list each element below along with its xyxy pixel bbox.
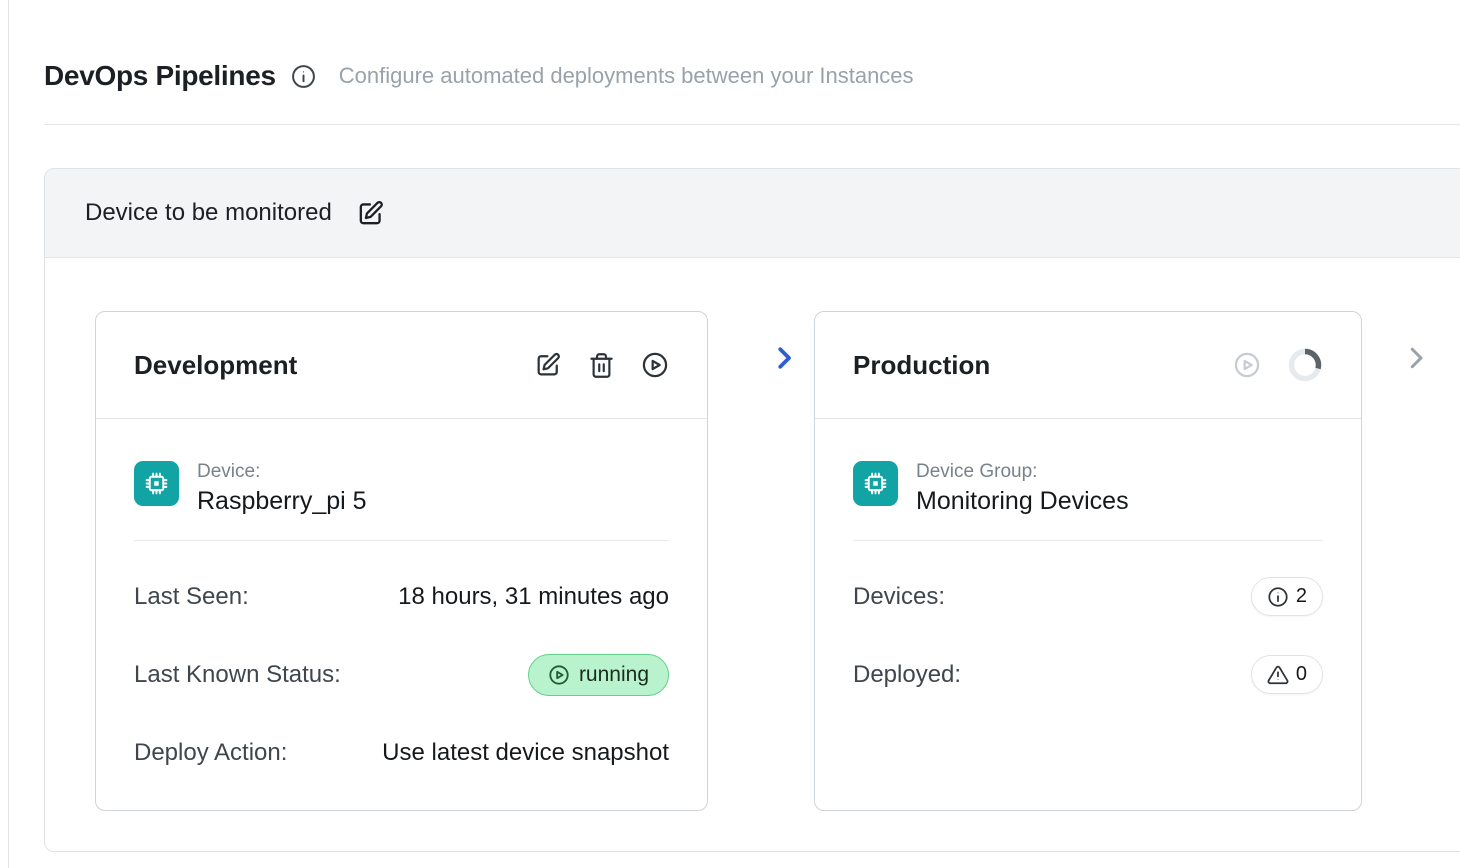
status-badge-label: running [579,663,649,687]
production-card-title: Production [853,350,990,381]
panel-header: Device to be monitored [45,169,1460,258]
production-card-header: Production [815,312,1361,419]
panel-title: Device to be monitored [85,199,332,227]
cpu-chip-icon [134,461,179,506]
status-label: Last Known Status: [134,661,341,689]
play-circle-icon-disabled[interactable] [1233,351,1261,379]
deploy-action-row: Deploy Action: Use latest device snapsho… [134,731,669,775]
status-row: Last Known Status: running [134,653,669,697]
info-icon[interactable] [291,64,316,89]
device-info: Device: Raspberry_pi 5 [197,461,367,516]
page-header: DevOps Pipelines Configure automated dep… [44,54,914,98]
development-card: Development [95,311,708,811]
warning-triangle-icon [1267,664,1289,686]
trash-icon[interactable] [588,352,615,379]
device-group-label: Device Group: [916,461,1129,483]
device-group-info: Device Group: Monitoring Devices [916,461,1129,516]
production-card-body: Device Group: Monitoring Devices Devices… [815,461,1361,697]
scroll-right-chevron-icon[interactable] [1401,343,1431,376]
development-card-header: Development [96,312,707,419]
deploy-action-value: Use latest device snapshot [382,739,669,767]
deployed-count-badge[interactable]: 0 [1251,655,1323,694]
deploy-action-label: Deploy Action: [134,739,287,767]
last-seen-label: Last Seen: [134,583,249,611]
last-seen-value: 18 hours, 31 minutes ago [398,583,669,611]
page-title: DevOps Pipelines [44,60,276,92]
edit-square-icon[interactable] [534,351,562,379]
devices-label: Devices: [853,583,945,611]
deployed-count: 0 [1296,663,1307,686]
loading-spinner [1287,347,1323,383]
device-group-name: Monitoring Devices [916,487,1129,516]
device-group-row: Device Group: Monitoring Devices [853,461,1323,516]
device-row: Device: Raspberry_pi 5 [134,461,669,516]
deployed-label: Deployed: [853,661,961,689]
page-subtitle: Configure automated deployments between … [339,63,914,89]
cpu-chip-icon [853,461,898,506]
development-card-body: Device: Raspberry_pi 5 Last Seen: 18 hou… [96,461,707,775]
production-card: Production [814,311,1362,811]
status-badge: running [528,654,669,696]
play-circle-icon[interactable] [641,351,669,379]
device-label: Device: [197,461,367,483]
card-divider [134,540,669,541]
info-icon [1267,586,1289,608]
production-card-actions [1233,347,1323,383]
edit-square-icon[interactable] [356,199,385,228]
header-divider [44,124,1460,125]
devices-count: 2 [1296,585,1307,608]
card-divider [853,540,1323,541]
flow-chevron-right-icon [769,343,799,378]
device-name: Raspberry_pi 5 [197,487,367,516]
devices-row: Devices: 2 [853,575,1323,619]
development-card-actions [534,351,669,379]
last-seen-row: Last Seen: 18 hours, 31 minutes ago [134,575,669,619]
pipeline-panel: Device to be monitored Development [44,168,1460,852]
development-card-title: Development [134,350,297,381]
devices-count-badge[interactable]: 2 [1251,577,1323,616]
play-circle-icon [548,664,570,686]
panel-body: Development [45,258,1460,851]
deployed-row: Deployed: 0 [853,653,1323,697]
page-edge-divider [8,0,9,868]
